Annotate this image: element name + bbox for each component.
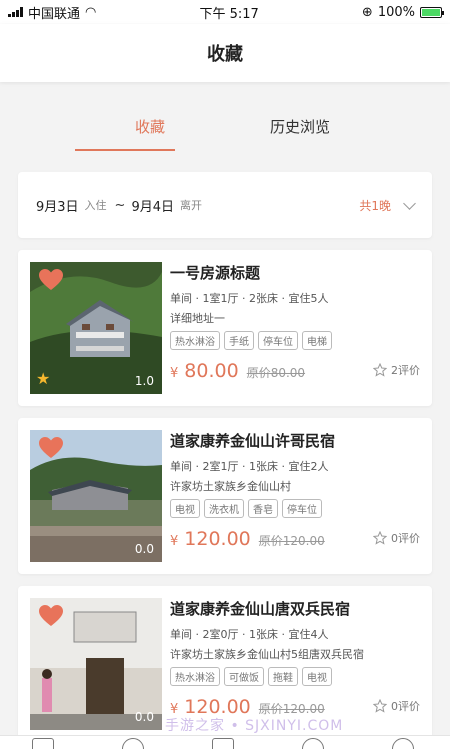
- rating-score: 0.0: [134, 710, 154, 724]
- listing-photo[interactable]: 0.0: [30, 598, 162, 730]
- nav-bar: 收藏: [0, 24, 450, 82]
- rating-score: 1.0: [134, 374, 154, 388]
- heart-icon[interactable]: [38, 604, 64, 628]
- checkin-label: 入住: [84, 199, 107, 212]
- watermark: 手游之家 • SJXINYI.COM: [165, 718, 344, 734]
- orientation-lock-icon: ⊕: [361, 4, 373, 20]
- amenity-tag: 电视: [170, 499, 200, 518]
- listing-address: 许家坊土家族乡金仙山村5组唐双兵民宿: [170, 648, 364, 661]
- amenity-tag: 电梯: [302, 331, 332, 350]
- review-count-label: 0评价: [391, 532, 420, 545]
- currency-symbol: ¥: [170, 534, 179, 549]
- star-icon: ★: [36, 369, 51, 388]
- amenity-tag: 停车位: [258, 331, 298, 350]
- battery-icon: [419, 6, 444, 18]
- listing-title[interactable]: 道家康养金仙山许哥民宿: [170, 430, 420, 452]
- clock: 下午 5:17: [199, 6, 259, 22]
- price: 120.00: [184, 528, 251, 550]
- wifi-icon: ◠: [85, 4, 97, 20]
- listing-title[interactable]: 一号房源标题: [170, 262, 420, 284]
- checkout-date: 9月4日: [131, 199, 174, 215]
- profile-icon[interactable]: [392, 738, 414, 749]
- amenity-tag: 洗衣机: [204, 499, 244, 518]
- review-icon: [373, 363, 387, 377]
- nights-count: 共1晚: [359, 198, 391, 213]
- listing-card[interactable]: 0.0 道家康养金仙山许哥民宿 单间 · 2室1厅 · 1张床 · 宜住2人 许…: [18, 418, 432, 574]
- amenity-tag: 停车位: [282, 499, 322, 518]
- original-price: 原价80.00: [246, 366, 306, 380]
- price: 80.00: [184, 360, 239, 382]
- rating-score: 0.0: [134, 542, 154, 556]
- carrier-label: 中国联通: [28, 6, 81, 22]
- amenity-tags: 热水淋浴 手纸 停车位 电梯: [170, 331, 420, 350]
- signal-icon: [8, 7, 23, 17]
- amenity-tag: 香皂: [248, 499, 278, 518]
- currency-symbol: ¥: [170, 366, 179, 381]
- battery-percent: 100%: [377, 4, 415, 20]
- messages-icon[interactable]: [302, 738, 324, 749]
- review-count[interactable]: 2评价: [373, 362, 420, 378]
- tab-favorites[interactable]: 收藏: [75, 100, 225, 151]
- amenity-tags: 电视 洗衣机 香皂 停车位: [170, 499, 420, 518]
- amenity-tag: 拖鞋: [268, 667, 298, 686]
- heart-icon[interactable]: [38, 268, 64, 292]
- listing-photo[interactable]: 0.0: [30, 430, 162, 562]
- listing-address: 详细地址一: [170, 312, 225, 325]
- favorites-icon[interactable]: [122, 738, 144, 749]
- orders-icon[interactable]: [212, 738, 234, 749]
- review-icon: [373, 699, 387, 713]
- checkout-label: 离开: [180, 199, 202, 212]
- page-title: 收藏: [207, 44, 243, 65]
- amenity-tag: 热水淋浴: [170, 667, 220, 686]
- date-separator: ~: [114, 197, 126, 213]
- heart-icon[interactable]: [38, 436, 64, 460]
- listing-meta: 单间 · 1室1厅 · 2张床 · 宜住5人: [170, 292, 329, 305]
- amenity-tag: 电视: [302, 667, 332, 686]
- amenity-tags: 热水淋浴 可做饭 拖鞋 电视: [170, 667, 420, 686]
- review-icon: [373, 531, 387, 545]
- chevron-down-icon[interactable]: [403, 196, 416, 210]
- listing-meta: 单间 · 2室1厅 · 1张床 · 宜住2人: [170, 460, 329, 473]
- listing-photo[interactable]: ★ 1.0: [30, 262, 162, 394]
- listing-meta: 单间 · 2室0厅 · 1张床 · 宜住4人: [170, 628, 329, 641]
- date-filter[interactable]: 9月3日 入住 ~ 9月4日 离开 共1晚: [18, 172, 432, 238]
- original-price: 原价120.00: [258, 534, 325, 548]
- listing-card[interactable]: ★ 1.0 一号房源标题 单间 · 1室1厅 · 2张床 · 宜住5人 详细地址…: [18, 250, 432, 406]
- review-count-label: 2评价: [391, 364, 420, 377]
- status-bar: 中国联通 ◠ 下午 5:17 ⊕ 100%: [0, 0, 450, 24]
- amenity-tag: 可做饭: [224, 667, 264, 686]
- listing-address: 许家坊土家族乡金仙山村: [170, 480, 291, 493]
- checkin-date: 9月3日: [36, 199, 79, 215]
- listing-title[interactable]: 道家康养金仙山唐双兵民宿: [170, 598, 420, 620]
- review-count[interactable]: 0评价: [373, 530, 420, 546]
- review-count-label: 0评价: [391, 700, 420, 713]
- home-icon[interactable]: [32, 738, 54, 749]
- bottom-tab-bar: [0, 735, 450, 749]
- review-count[interactable]: 0评价: [373, 698, 420, 714]
- tab-history[interactable]: 历史浏览: [225, 100, 375, 150]
- tab-bar: 收藏 历史浏览: [0, 100, 450, 151]
- amenity-tag: 手纸: [224, 331, 254, 350]
- amenity-tag: 热水淋浴: [170, 331, 220, 350]
